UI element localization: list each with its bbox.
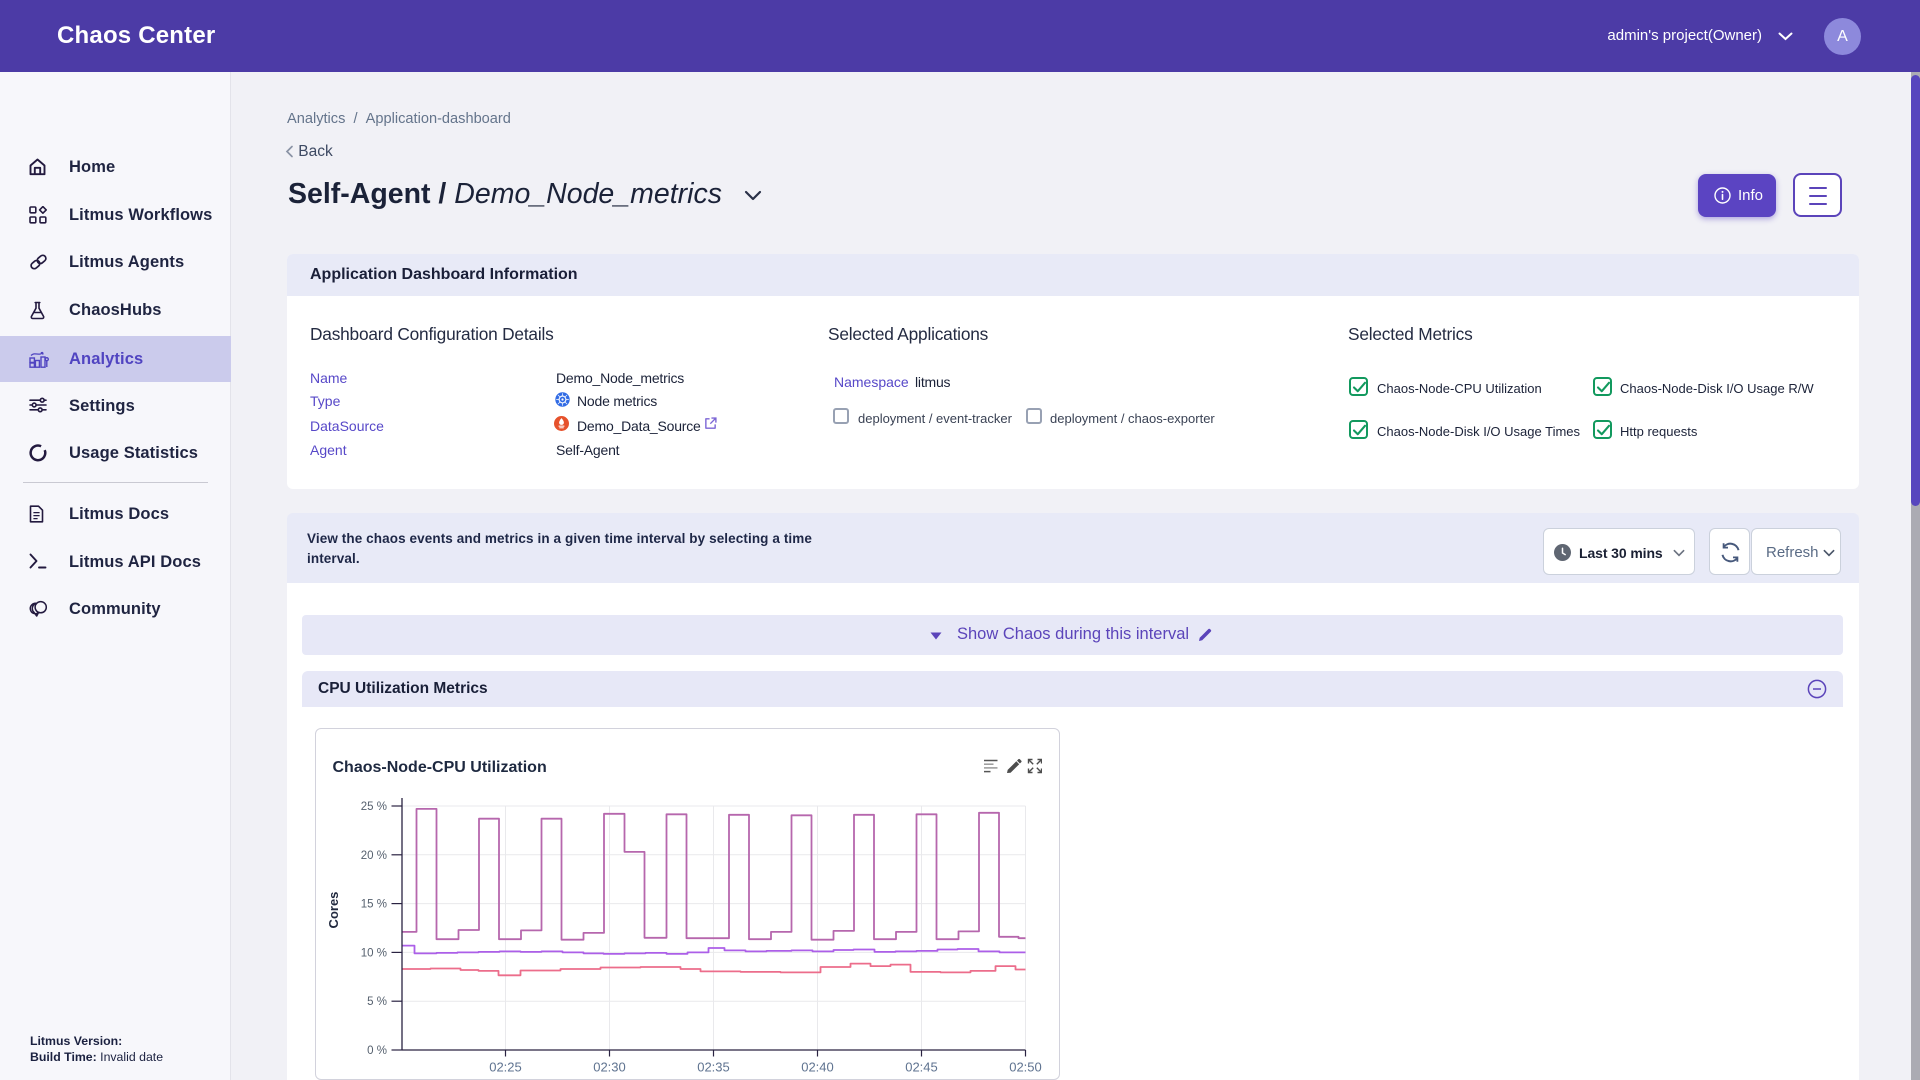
svg-text:02:30: 02:30: [593, 1060, 626, 1075]
svg-text:02:45: 02:45: [905, 1060, 938, 1075]
svg-text:5 %: 5 %: [367, 996, 387, 1008]
svg-text:0 %: 0 %: [367, 1045, 387, 1057]
svg-text:15 %: 15 %: [360, 899, 386, 911]
svg-text:25 %: 25 %: [360, 801, 386, 813]
svg-text:02:40: 02:40: [801, 1060, 834, 1075]
svg-text:20 %: 20 %: [360, 850, 386, 862]
svg-text:02:35: 02:35: [697, 1060, 730, 1075]
svg-text:Cores: Cores: [326, 892, 341, 929]
svg-text:02:25: 02:25: [489, 1060, 522, 1075]
svg-text:10 %: 10 %: [360, 947, 386, 959]
svg-text:02:50: 02:50: [1009, 1060, 1042, 1075]
